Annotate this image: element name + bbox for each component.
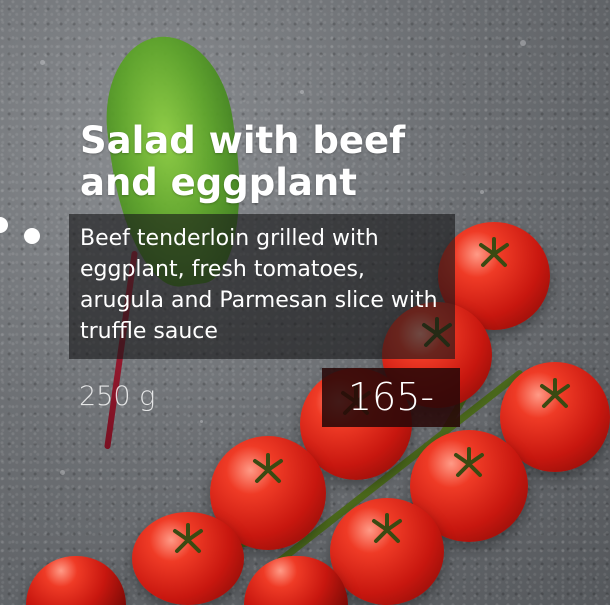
stone-speck [520,40,526,46]
stone-speck [300,90,304,94]
calyx-icon [454,446,484,477]
dish-weight: 250 g [79,381,156,412]
tomato [26,556,126,605]
stone-speck [200,420,203,423]
dish-description: Beef tenderloin grilled with eggplant, f… [80,226,438,344]
stone-speck [480,190,484,194]
tomato [330,498,444,605]
pager-dot-current[interactable] [24,228,40,244]
pager-dot-previous[interactable] [0,217,8,233]
dish-price: 165- [347,375,435,419]
calyx-icon [253,453,283,484]
calyx-icon [372,513,402,544]
stone-speck [60,470,65,475]
stone-speck [40,60,45,65]
calyx-icon [479,237,509,268]
calyx-icon [540,378,570,408]
tomato [132,512,244,605]
dish-title: Salad with beef and eggplant [80,119,406,204]
dish-card: Salad with beef and eggplant Beef tender… [0,0,610,605]
calyx-icon [173,522,203,553]
